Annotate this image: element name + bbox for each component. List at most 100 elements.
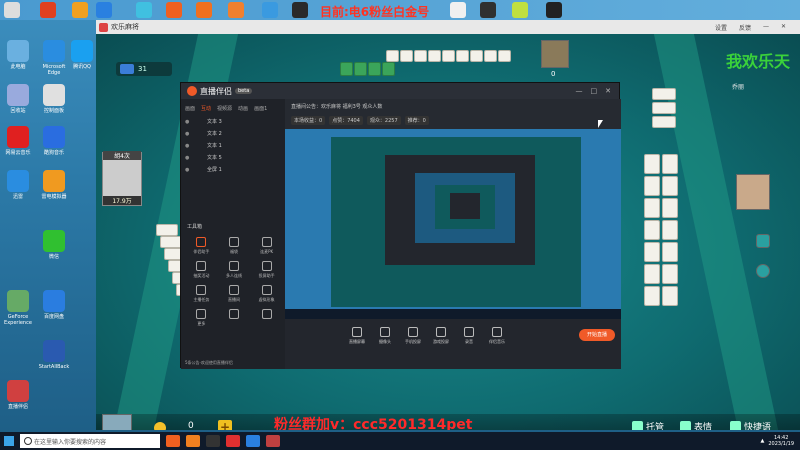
stream-companion-window[interactable]: 直播伴侣 beta — □ ✕ 画面互动视频源动画画面1 文本 3文本 2文本 …	[180, 82, 621, 369]
desktop-shortcut[interactable]: 腾讯QQ	[64, 40, 100, 70]
stream-control-button[interactable]: 直播屏幕	[345, 327, 369, 345]
desktop-shortcut[interactable]: 迅雷	[0, 170, 36, 200]
app-icon[interactable]	[166, 2, 182, 18]
taskbar-app-icon[interactable]	[266, 435, 280, 447]
top-player-avatar[interactable]	[541, 40, 569, 68]
app-icon[interactable]	[196, 2, 212, 18]
taskbar-app-icon[interactable]	[166, 435, 180, 447]
desktop-shortcut[interactable]: 酷狗音乐	[36, 126, 72, 156]
taskbar-app-icon[interactable]	[206, 435, 220, 447]
tool-item[interactable]: 直播间	[218, 285, 251, 303]
scene-tab[interactable]: 画面1	[254, 105, 267, 112]
pc-icon[interactable]	[4, 2, 20, 18]
tool-item[interactable]	[218, 309, 251, 327]
shortcut-label: 此电脑	[10, 64, 26, 70]
opponent-tile	[484, 50, 497, 62]
app-icon[interactable]	[292, 2, 308, 18]
desktop-shortcut[interactable]: GeForce Experience	[0, 290, 36, 326]
stream-control-button[interactable]: 摄像头	[373, 327, 397, 345]
source-item[interactable]: 文本 5	[181, 152, 285, 164]
hu-count-badge: 胡4次	[103, 151, 141, 160]
close-button[interactable]: ✕	[781, 23, 786, 32]
stream-control-button[interactable]: 游戏投屏	[429, 327, 453, 345]
taskbar-search-input[interactable]: 在这里输入你要搜索的内容	[20, 434, 160, 448]
stream-titlebar[interactable]: 直播伴侣 beta — □ ✕	[181, 83, 619, 99]
tool-item[interactable]: 更多	[185, 309, 218, 327]
close-button[interactable]: ✕	[605, 87, 611, 95]
app-icon[interactable]	[96, 2, 112, 18]
source-item[interactable]: 文本 3	[181, 116, 285, 128]
stream-control-button[interactable]: 录音	[457, 327, 481, 345]
tool-item[interactable]: 多人连线	[218, 261, 251, 279]
tool-label: 抽奖活动	[193, 273, 210, 278]
tool-item[interactable]	[250, 309, 283, 327]
app-icon[interactable]	[480, 2, 496, 18]
app-icon[interactable]	[450, 2, 466, 18]
desktop-shortcut[interactable]: 回收站	[0, 84, 36, 114]
scene-tab[interactable]: 画面	[185, 105, 195, 112]
taskbar-app-icon[interactable]	[246, 435, 260, 447]
source-item[interactable]: 文本 2	[181, 128, 285, 140]
auto-play-button[interactable]: 托管	[632, 420, 664, 430]
clock[interactable]: 14:42 2023/1/19	[768, 435, 794, 447]
maximize-button[interactable]: □	[591, 87, 598, 95]
scene-tab[interactable]: 视频源	[217, 105, 232, 112]
app-icon[interactable]	[136, 2, 152, 18]
start-button[interactable]	[0, 432, 18, 450]
tile-back	[354, 62, 367, 76]
notice-footer: 5条公告·欢迎使用直播伴侣	[185, 360, 233, 365]
taskbar-app-icon[interactable]	[226, 435, 240, 447]
settings-menu[interactable]: 设置	[715, 23, 727, 32]
desktop-shortcut[interactable]: 网易云音乐	[0, 126, 36, 156]
desktop-shortcut[interactable]: 此电脑	[0, 40, 36, 70]
desktop-shortcut[interactable]: 微信	[36, 230, 72, 260]
source-item[interactable]: 文本 1	[181, 140, 285, 152]
control-icon	[352, 327, 362, 337]
app-icon[interactable]	[40, 2, 56, 18]
tool-item[interactable]: 虚拟形象	[250, 285, 283, 303]
self-avatar[interactable]	[102, 414, 132, 430]
meld-tile	[652, 88, 676, 100]
tool-item[interactable]: 伴侣助手	[185, 237, 218, 255]
tool-item[interactable]: 主播任务	[185, 285, 218, 303]
minimize-button[interactable]: —	[763, 23, 769, 32]
qq-icon[interactable]	[546, 2, 562, 18]
desktop-shortcut[interactable]: 雷电模拟器	[36, 170, 72, 200]
desktop-shortcut[interactable]: 控制面板	[36, 84, 72, 114]
stream-control-button[interactable]: 伴侣音乐	[485, 327, 509, 345]
shortcut-label: 网易云音乐	[5, 150, 31, 156]
source-item[interactable]: 全屏 1	[181, 164, 285, 176]
quick-phrase-button[interactable]: 快捷语	[730, 420, 771, 430]
taskbar-app-icon[interactable]	[186, 435, 200, 447]
start-live-button[interactable]: 开始直播	[579, 329, 615, 341]
toolbox-header: 工具箱	[187, 224, 203, 230]
right-player-avatar[interactable]	[736, 174, 770, 210]
emoji-button[interactable]: 表情	[680, 420, 712, 430]
app-icon[interactable]	[228, 2, 244, 18]
app-icon[interactable]	[512, 2, 528, 18]
tool-item[interactable]: 投屏助手	[250, 261, 283, 279]
feedback-menu[interactable]: 反馈	[739, 23, 751, 32]
scene-tab[interactable]: 互动	[201, 105, 211, 112]
scene-tab[interactable]: 动画	[238, 105, 248, 112]
network-icon[interactable]: ▲	[761, 438, 765, 444]
mahjong-app-icon	[99, 22, 108, 32]
rule-icon[interactable]	[756, 234, 770, 248]
desktop-shortcut[interactable]: 百度网盘	[36, 290, 72, 320]
hint-icon[interactable]	[756, 264, 770, 278]
tool-item[interactable]: 连麦PK	[250, 237, 283, 255]
game-titlebar[interactable]: 欢乐麻将 设置 反馈 — ✕	[96, 20, 800, 34]
tool-item[interactable]: 抽奖活动	[185, 261, 218, 279]
room-notice: 直播间公告：欢乐麻将 福利3号 观众人数	[291, 104, 383, 110]
app-icon[interactable]	[262, 2, 278, 18]
live-preview[interactable]	[285, 129, 621, 319]
app-icon[interactable]	[72, 2, 88, 18]
opponent-tile	[498, 50, 511, 62]
left-player-card[interactable]: 胡4次 17.9万	[102, 151, 142, 206]
desktop-shortcut[interactable]: StartAllBack	[36, 340, 72, 370]
tool-item[interactable]: 福袋	[218, 237, 251, 255]
add-coin-button[interactable]: +	[218, 420, 232, 430]
desktop-shortcut[interactable]: 直播伴侣	[0, 380, 36, 410]
stream-control-button[interactable]: 手机投屏	[401, 327, 425, 345]
minimize-button[interactable]: —	[576, 87, 583, 95]
